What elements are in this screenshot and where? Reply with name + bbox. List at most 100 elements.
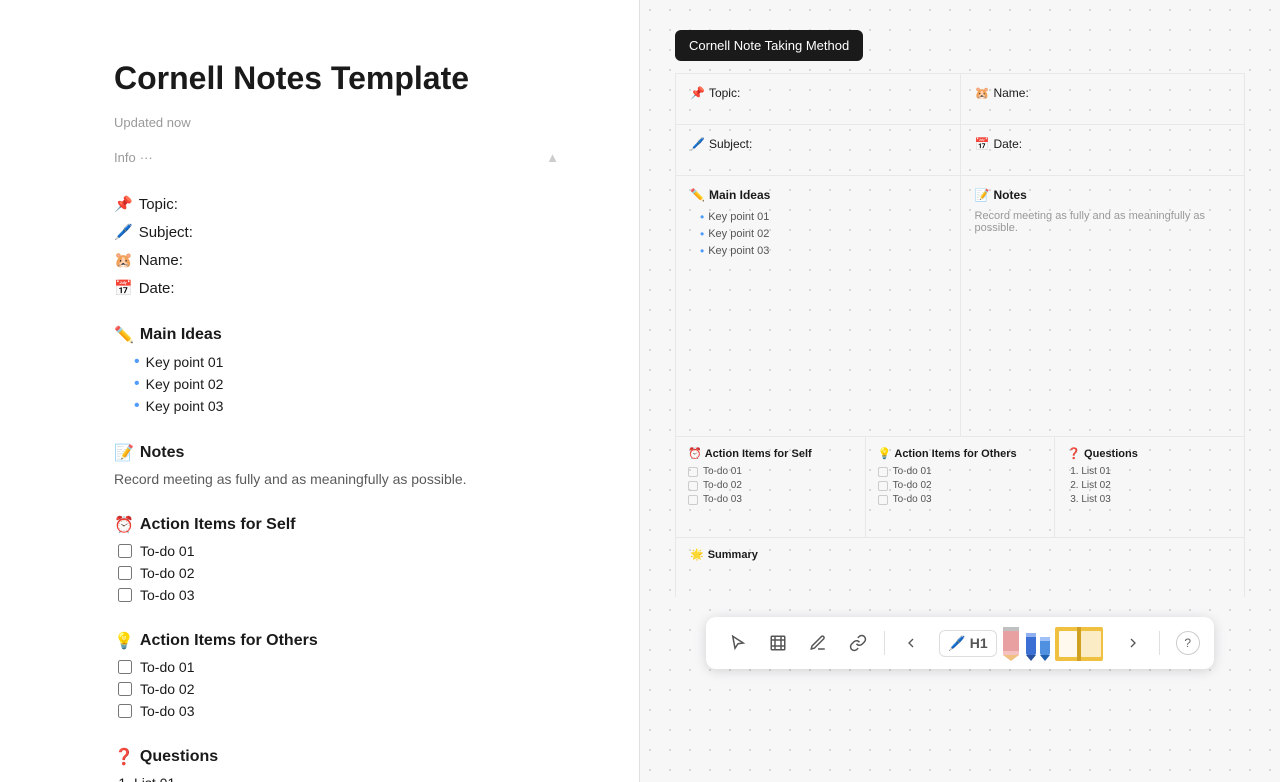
notes-emoji: 📝	[114, 443, 134, 463]
next-button[interactable]	[1115, 625, 1151, 661]
action-others-checkbox-2[interactable]	[118, 682, 132, 696]
grid-cell-questions: ❓ Questions List 01 List 02 List 03	[1055, 437, 1244, 537]
action-self-todo-2: To-do 02	[140, 565, 194, 581]
action-others-todo-3: To-do 03	[140, 703, 194, 719]
notes-heading: 📝 Notes	[114, 443, 559, 463]
grid-row-summary: 🌟 Summary	[675, 537, 1245, 597]
question-item-1: List 01	[134, 775, 559, 782]
main-ideas-kp-1: Key point 01	[700, 210, 946, 224]
action-self-item-3[interactable]: To-do 03	[118, 587, 559, 603]
action-others-checkbox-1[interactable]	[118, 660, 132, 674]
canvas-area: Cornell Note Taking Method 📌 Topic: 🐹 Na…	[675, 30, 1245, 669]
action-others-checkbox-3[interactable]	[118, 704, 132, 718]
grid-cell-name: 🐹 Name:	[961, 74, 1245, 124]
action-others-item-2[interactable]: To-do 02	[118, 681, 559, 697]
questions-mini-list: List 01 List 02 List 03	[1067, 466, 1232, 505]
key-point-1: Key point 01	[134, 353, 559, 371]
mini-action-self-3: To-do 03	[688, 494, 853, 505]
subject-cell-emoji: 🖊️	[690, 137, 705, 151]
mini-checkbox-others-3	[878, 495, 888, 505]
action-others-label: Action Items for Others	[140, 632, 318, 650]
date-field: 📅 Date:	[114, 279, 559, 297]
book-sticker	[1053, 625, 1105, 661]
link-tool-button[interactable]	[840, 625, 876, 661]
card-title: Cornell Note Taking Method	[675, 30, 863, 61]
grid-row-topic-name: 📌 Topic: 🐹 Name:	[675, 73, 1245, 124]
action-self-todo-1: To-do 01	[140, 543, 194, 559]
grid-cell-subject: 🖊️ Subject:	[676, 125, 961, 175]
mini-checkbox-others-2	[878, 481, 888, 491]
mini-checkbox-2	[688, 481, 698, 491]
toolbar-divider-2	[1159, 631, 1160, 655]
info-dots: ···	[140, 150, 153, 165]
grid-cell-action-others: 💡 Action Items for Others To-do 01 To-do…	[866, 437, 1056, 537]
mini-checkbox-others-1	[878, 467, 888, 477]
subject-label: Subject:	[139, 224, 193, 241]
action-others-todo-1: To-do 01	[140, 659, 194, 675]
action-self-checkbox-3[interactable]	[118, 588, 132, 602]
action-others-list: To-do 01 To-do 02 To-do 03	[118, 659, 559, 719]
updated-label: Updated now	[114, 115, 559, 130]
action-others-emoji: 💡	[114, 631, 134, 651]
date-label: Date:	[139, 280, 175, 297]
name-cell-label: 🐹 Name:	[975, 86, 1231, 100]
right-panel: Cornell Note Taking Method 📌 Topic: 🐹 Na…	[640, 0, 1280, 782]
date-cell-emoji: 📅	[975, 137, 990, 151]
topic-label: Topic:	[139, 196, 178, 213]
date-cell-label: 📅 Date:	[975, 137, 1231, 151]
name-field: 🐹 Name:	[114, 251, 559, 269]
action-others-mini-heading: 💡 Action Items for Others	[878, 447, 1043, 460]
q-mini-1: List 01	[1081, 466, 1232, 477]
pen-tool-button[interactable]	[800, 625, 836, 661]
action-others-item-3[interactable]: To-do 03	[118, 703, 559, 719]
action-others-item-1[interactable]: To-do 01	[118, 659, 559, 675]
topic-cell-label: 📌 Topic:	[690, 86, 946, 100]
grid-cell-action-self: ⏰ Action Items for Self To-do 01 To-do 0…	[676, 437, 866, 537]
mini-action-self-1: To-do 01	[688, 466, 853, 477]
topic-emoji: 📌	[114, 195, 133, 213]
name-label: Name:	[139, 252, 183, 269]
action-self-item-1[interactable]: To-do 01	[118, 543, 559, 559]
date-emoji: 📅	[114, 279, 133, 297]
grid-cell-date: 📅 Date:	[961, 125, 1245, 175]
action-self-checkbox-1[interactable]	[118, 544, 132, 558]
action-self-emoji: ⏰	[114, 515, 134, 535]
toolbar-divider-1	[884, 631, 885, 655]
action-others-todo-2: To-do 02	[140, 681, 194, 697]
subject-cell-label: 🖊️ Subject:	[690, 137, 946, 151]
mini-action-others-2: To-do 02	[878, 480, 1043, 491]
notes-grid: 📌 Topic: 🐹 Name: 🖊️ Subject:	[675, 73, 1245, 597]
marker-sticker	[1025, 625, 1051, 661]
notes-desc: Record meeting as fully and as meaningfu…	[114, 471, 559, 487]
info-label: Info	[114, 150, 136, 165]
frame-tool-button[interactable]	[760, 625, 796, 661]
notes-label: Notes	[140, 444, 184, 462]
questions-heading: ❓ Questions	[114, 747, 559, 767]
name-emoji: 🐹	[114, 251, 133, 269]
canvas-toolbar: 🖊️ H1	[706, 617, 1213, 669]
grid-row-bottom: ⏰ Action Items for Self To-do 01 To-do 0…	[675, 436, 1245, 537]
prev-button[interactable]	[893, 625, 929, 661]
action-self-checkbox-2[interactable]	[118, 566, 132, 580]
notes-grid-desc: Record meeting as fully and as meaningfu…	[975, 210, 1231, 234]
questions-list: List 01 List 02 List 03	[134, 775, 559, 782]
help-button[interactable]: ?	[1176, 631, 1200, 655]
topic-cell-emoji: 📌	[690, 86, 705, 100]
action-others-mini-list: To-do 01 To-do 02 To-do 03	[878, 466, 1043, 505]
cursor-tool-button[interactable]	[720, 625, 756, 661]
notes-grid-heading: 📝 Notes	[975, 188, 1231, 202]
grid-cell-main-ideas: ✏️ Main Ideas Key point 01 Key point 02 …	[676, 176, 961, 436]
key-point-3: Key point 03	[134, 397, 559, 415]
action-self-item-2[interactable]: To-do 02	[118, 565, 559, 581]
main-ideas-emoji: ✏️	[114, 325, 134, 345]
subject-field: 🖊️ Subject:	[114, 223, 559, 241]
questions-label: Questions	[140, 748, 218, 766]
grid-cell-notes: 📝 Notes Record meeting as fully and as m…	[961, 176, 1245, 436]
action-self-list: To-do 01 To-do 02 To-do 03	[118, 543, 559, 603]
grid-cell-topic: 📌 Topic:	[676, 74, 961, 124]
main-ideas-grid-list: Key point 01 Key point 02 Key point 03	[700, 210, 946, 258]
summary-heading: 🌟 Summary	[690, 548, 1230, 561]
grid-row-subject-date: 🖊️ Subject: 📅 Date:	[675, 124, 1245, 175]
main-ideas-kp-3: Key point 03	[700, 244, 946, 258]
stickers-group: 🖊️ H1	[939, 625, 1104, 661]
